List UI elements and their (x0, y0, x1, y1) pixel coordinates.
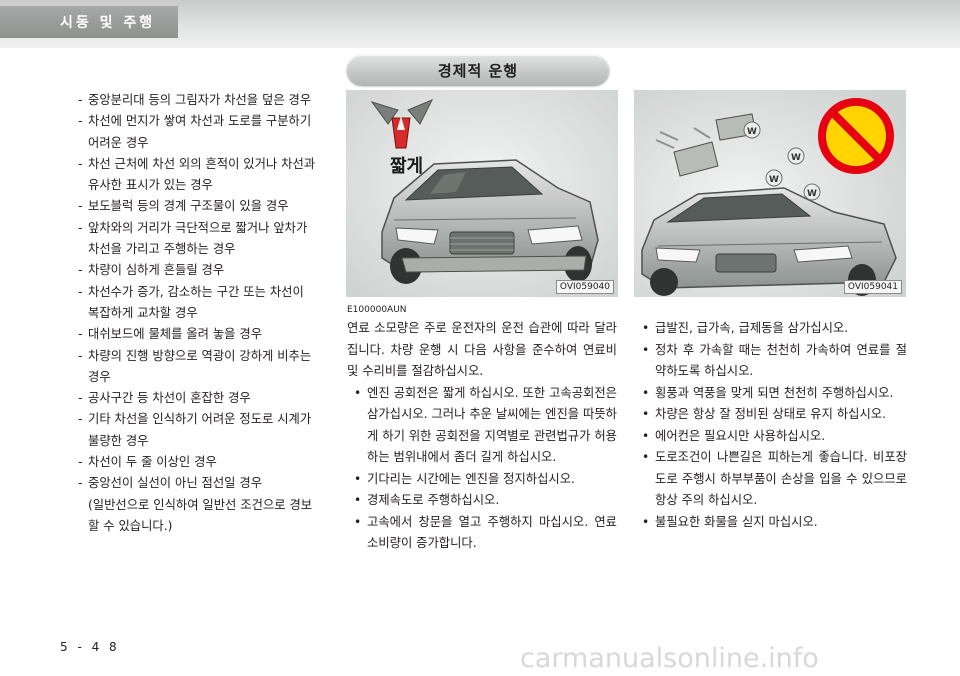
illustration-no-load: W W W W OVI059041 (634, 90, 906, 297)
list-item: 차선이 두 줄 이상인 경우 (78, 452, 336, 474)
list-item-continuation: 경우 (88, 369, 111, 384)
bullet-item: 에어컨은 필요시만 사용하십시오. (635, 426, 907, 448)
illustration-idle-short: 짧게 OVI059040 (346, 90, 618, 297)
right-column: 급발진, 급가속, 급제동을 삼가십시오.정차 후 가속할 때는 천천히 가속하… (635, 318, 907, 533)
list-item: 공사구간 등 차선이 혼잡한 경우 (78, 388, 336, 410)
right-bullet-list: 급발진, 급가속, 급제동을 삼가십시오.정차 후 가속할 때는 천천히 가속하… (635, 318, 907, 533)
list-item: 차선에 먼지가 쌓여 차선과 도로를 구분하기 (78, 111, 336, 133)
list-item-continuation: 유사한 표시가 있는 경우 (88, 178, 213, 193)
bullet-item: 엔진 공회전은 짧게 하십시오. 또한 고속공회전은 삼가십시오. 그러나 추운… (347, 383, 617, 469)
bullet-item: 경제속도로 주행하십시오. (347, 490, 617, 512)
weight-tag-letter: W (807, 189, 817, 199)
list-item: 차량의 진행 방향으로 역광이 강하게 비추는 (78, 346, 336, 368)
weight-tag-letter: W (769, 175, 779, 185)
bullet-item: 도로조건이 나쁜길은 피하는게 좋습니다. 비포장도로 주행시 하부부품이 손상… (635, 447, 907, 512)
list-item: 대쉬보드에 물체를 올려 놓을 경우 (78, 324, 336, 346)
list-item: 중앙분리대 등의 그림자가 차선을 덮은 경우 (78, 90, 336, 112)
list-item-continuation: 차선을 가리고 주행하는 경우 (88, 242, 236, 257)
list-item-continuation: 불량한 경우 (88, 433, 149, 448)
section-header-title: 경제적 운행 (437, 62, 519, 80)
car-no-load-illustration: W W W W (634, 90, 906, 297)
middle-bullet-list: 엔진 공회전은 짧게 하십시오. 또한 고속공회전은 삼가십시오. 그러나 추운… (347, 383, 617, 555)
document-code: E100000AUN (347, 305, 407, 315)
list-item-continuation: 어려운 경우 (88, 135, 149, 150)
list-item-continuation: (일반선으로 인식하여 일반선 조건으로 경보 (88, 497, 313, 512)
list-item: 보도블럭 등의 경계 구조물이 있을 경우 (78, 196, 336, 218)
prohibition-icon (818, 98, 894, 174)
list-item: 앞차와의 거리가 극단적으로 짧거나 앞차가 (78, 218, 336, 240)
bullet-item: 불필요한 화물을 싣지 마십시오. (635, 512, 907, 534)
list-item-continuation: 복잡하게 교차할 경우 (88, 305, 198, 320)
illustration-caption-word: 짧게 (390, 156, 423, 177)
intro-paragraph: 연료 소모량은 주로 운전자의 운전 습관에 따라 달라집니다. 차량 운행 시… (347, 321, 617, 378)
bullet-item: 횡풍과 역풍을 맞게 되면 천천히 주행하십시오. (635, 383, 907, 405)
list-item: 중앙선이 실선이 아닌 점선일 경우 (78, 473, 336, 495)
bullet-item: 차량은 항상 잘 정비된 상태로 유지 하십시오. (635, 404, 907, 426)
image-code-left: OVI059040 (555, 280, 614, 294)
list-item: 차량이 심하게 흔들릴 경우 (78, 260, 336, 282)
weight-tag-letter: W (747, 127, 757, 137)
header-band: 시동 및 주행 (0, 0, 960, 48)
page-number: 5 - 4 8 (60, 640, 120, 654)
car-idle-illustration: 짧게 (346, 90, 618, 297)
image-code-right: OVI059041 (843, 280, 902, 294)
bullet-item: 기다리는 시간에는 엔진을 정지하십시오. (347, 469, 617, 491)
watermark: carmanualsonline.info (520, 643, 819, 674)
list-item-continuation: 할 수 있습니다.) (88, 518, 173, 533)
middle-column: 연료 소모량은 주로 운전자의 운전 습관에 따라 달라집니다. 차량 운행 시… (347, 318, 617, 555)
left-condition-list: 중앙분리대 등의 그림자가 차선을 덮은 경우차선에 먼지가 쌓여 차선과 도로… (78, 90, 336, 537)
list-item: 기타 차선을 인식하기 어려운 정도로 시계가 (78, 409, 336, 431)
bullet-item: 고속에서 창문을 열고 주행하지 마십시오. 연료 소비량이 증가합니다. (347, 512, 617, 555)
bullet-item: 급발진, 급가속, 급제동을 삼가십시오. (635, 318, 907, 340)
list-item: 차선 근처에 차선 외의 흔적이 있거나 차선과 (78, 154, 336, 176)
section-title: 시동 및 주행 (60, 15, 156, 31)
bullet-item: 정차 후 가속할 때는 천천히 가속하여 연료를 절약하도록 하십시오. (635, 340, 907, 383)
list-item: 차선수가 증가, 감소하는 구간 또는 차선이 (78, 282, 336, 304)
section-header-pill: 경제적 운행 (347, 55, 609, 85)
weight-tag-letter: W (791, 153, 801, 163)
